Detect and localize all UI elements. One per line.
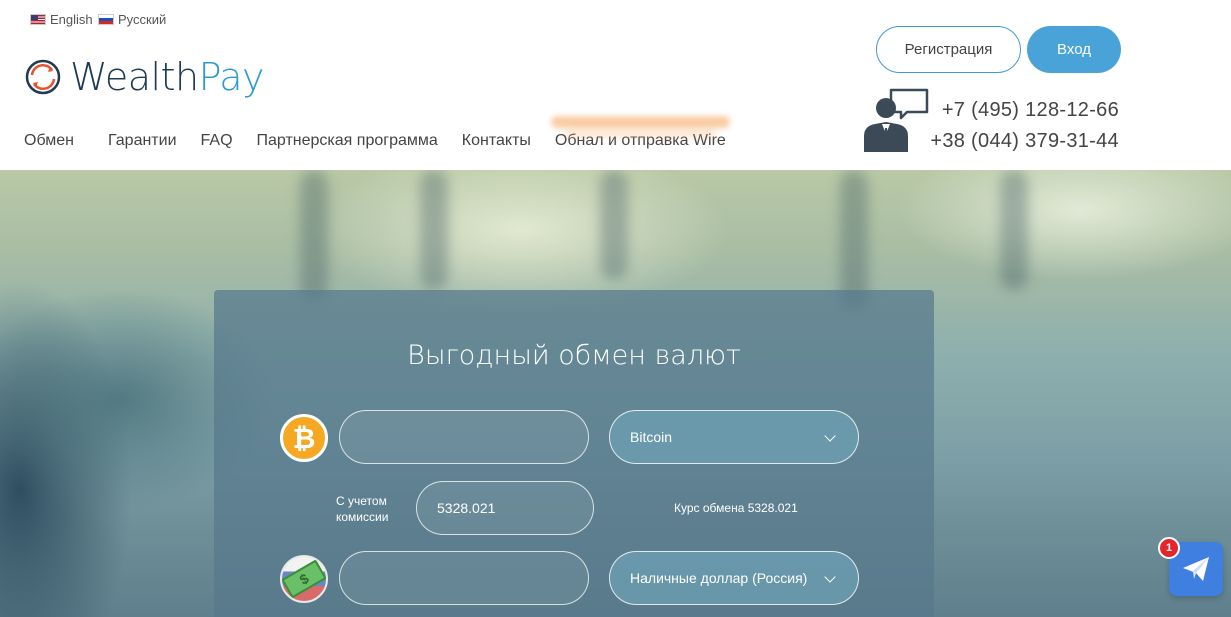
paper-plane-icon — [1183, 557, 1209, 581]
register-button[interactable]: Регистрация — [876, 26, 1021, 73]
nav-contacts[interactable]: Контакты — [462, 132, 531, 150]
background-blur — [1000, 170, 1028, 290]
nav-exchange[interactable]: Обмен — [24, 132, 74, 150]
logo-text-wealth: Wealth — [70, 55, 199, 99]
hero-background: Выгодный обмен валют ₿ Bitcoin С учетом … — [0, 170, 1231, 617]
nav-cash-wire[interactable]: Обнал и отправка Wire — [555, 132, 726, 150]
nav-guarantees[interactable]: Гарантии — [108, 132, 177, 150]
commission-label: С учетом комиссии — [336, 494, 389, 524]
nav-partner-program[interactable]: Партнерская программа — [257, 132, 438, 150]
exchange-title: Выгодный обмен валют — [407, 340, 741, 371]
phone-number-2[interactable]: +38 (044) 379-31-44 — [930, 130, 1119, 153]
exchange-rate: Курс обмена 5328.021 — [674, 501, 798, 515]
logo-text-pay: Pay — [198, 55, 265, 99]
background-blur — [840, 170, 868, 310]
chevron-down-icon — [824, 571, 836, 583]
language-english-label: English — [50, 12, 93, 27]
background-blur — [600, 170, 628, 280]
us-flag-icon — [30, 14, 46, 25]
chat-notification-badge: 1 — [1158, 537, 1180, 559]
give-amount-input[interactable] — [339, 410, 589, 464]
exchange-panel: Выгодный обмен валют ₿ Bitcoin С учетом … — [214, 290, 934, 617]
commission-amount-input[interactable] — [416, 481, 594, 535]
get-currency-select[interactable]: Наличные доллар (Россия) — [609, 551, 859, 605]
russia-flag-icon — [98, 14, 114, 25]
get-currency-value: Наличные доллар (Россия) — [630, 570, 808, 586]
give-currency-value: Bitcoin — [630, 429, 673, 445]
language-english[interactable]: English — [30, 12, 93, 27]
language-russian-label: Русский — [118, 12, 167, 27]
nav-faq[interactable]: FAQ — [201, 132, 233, 150]
get-amount-input[interactable] — [339, 551, 589, 605]
site-header: English Русский WealthPay Обмен Гарантии… — [0, 0, 1231, 170]
background-blur — [300, 170, 328, 300]
cash-usd-icon: $ — [280, 555, 328, 603]
give-currency-select[interactable]: Bitcoin — [609, 410, 859, 464]
logo[interactable]: WealthPay — [24, 55, 265, 99]
login-button[interactable]: Вход — [1027, 26, 1121, 73]
logo-text: WealthPay — [70, 55, 265, 99]
support-agent-icon — [864, 88, 929, 152]
language-russian[interactable]: Русский — [98, 12, 166, 27]
phone-number-1[interactable]: +7 (495) 128-12-66 — [942, 99, 1119, 122]
main-nav: Обмен Гарантии FAQ Партнерская программа… — [24, 132, 726, 150]
bitcoin-icon: ₿ — [280, 414, 328, 462]
chevron-down-icon — [824, 430, 836, 442]
background-blur — [420, 170, 448, 290]
logo-icon — [25, 59, 61, 95]
